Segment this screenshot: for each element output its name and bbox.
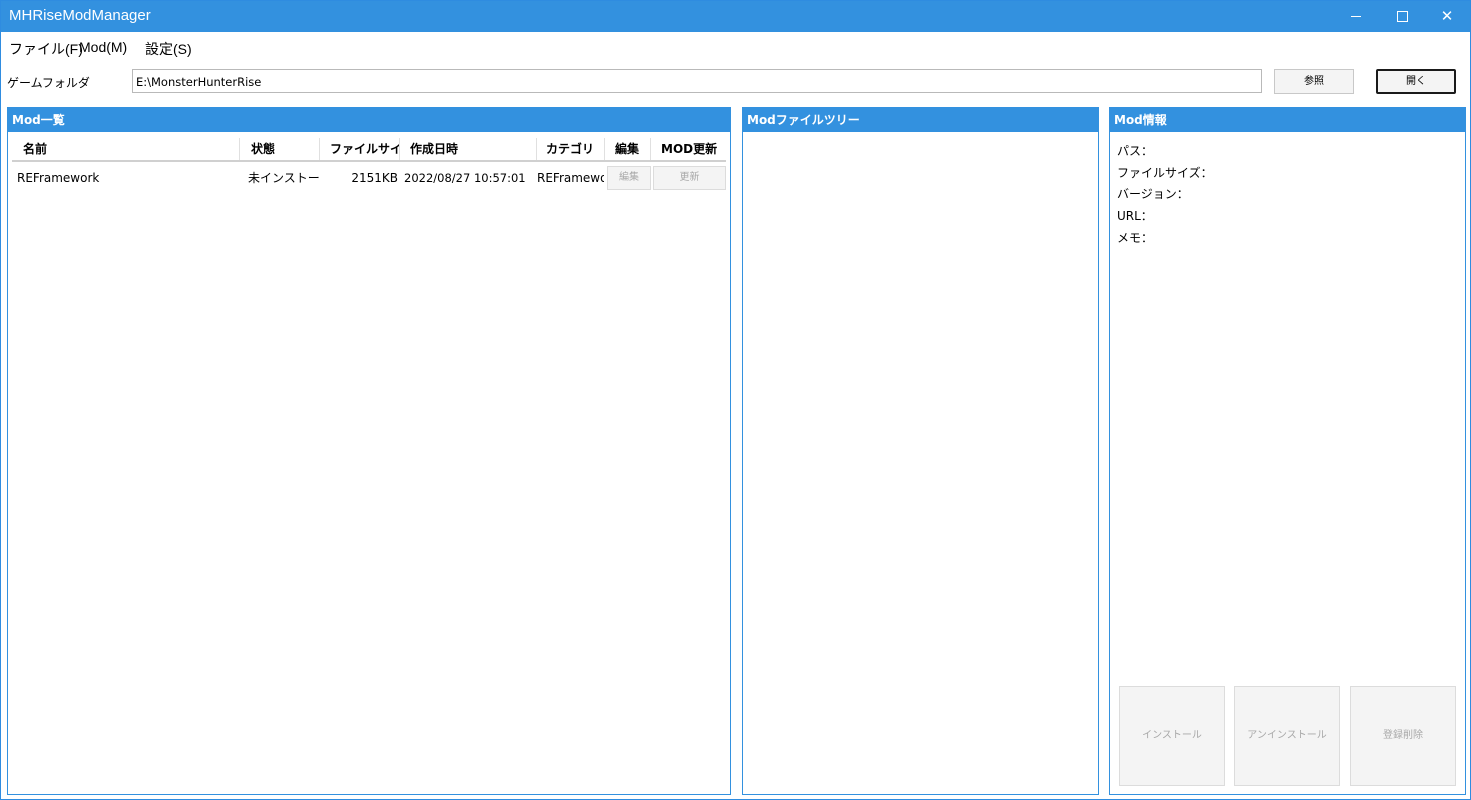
uninstall-button[interactable]: アンインストール bbox=[1234, 686, 1340, 786]
col-created[interactable]: 作成日時 bbox=[400, 138, 537, 160]
col-name[interactable]: 名前 bbox=[12, 138, 240, 160]
minimize-icon bbox=[1351, 16, 1361, 17]
col-mod-update[interactable]: MOD更新 bbox=[651, 138, 726, 160]
table-row[interactable]: REFramework 未インストール 2151KB 2022/08/27 10… bbox=[12, 165, 726, 191]
minimize-button[interactable] bbox=[1333, 1, 1379, 32]
close-icon: ✕ bbox=[1440, 7, 1454, 25]
mod-list-panel: Mod一覧 名前 状態 ファイルサイズ 作成日時 カテゴリ 編集 MOD更新 R… bbox=[7, 107, 731, 795]
mod-info-panel: Mod情報 パス： ファイルサイズ： バージョン： URL： メモ： インストー… bbox=[1109, 107, 1466, 795]
info-version-label: バージョン： bbox=[1117, 187, 1189, 201]
cell-size: 2151KB bbox=[351, 171, 398, 185]
cell-category: REFramework bbox=[537, 171, 604, 185]
close-button[interactable]: ✕ bbox=[1424, 1, 1470, 32]
col-filesize[interactable]: ファイルサイズ bbox=[320, 138, 400, 160]
cell-name: REFramework bbox=[17, 171, 100, 185]
mod-list-header: Mod一覧 bbox=[8, 108, 730, 132]
delete-registration-button[interactable]: 登録削除 bbox=[1350, 686, 1456, 786]
mod-file-tree-header: Modファイルツリー bbox=[743, 108, 1098, 132]
cell-created: 2022/08/27 10:57:01 bbox=[404, 171, 526, 185]
menu-file[interactable]: ファイル(F) bbox=[9, 39, 83, 59]
maximize-button[interactable] bbox=[1379, 1, 1425, 32]
menu-bar: ファイル(F) Mod(M) 設定(S) bbox=[1, 32, 1470, 62]
mod-file-tree-panel: Modファイルツリー bbox=[742, 107, 1099, 795]
mod-grid-header: 名前 状態 ファイルサイズ 作成日時 カテゴリ 編集 MOD更新 bbox=[12, 138, 726, 162]
col-edit[interactable]: 編集 bbox=[605, 138, 651, 160]
menu-mod[interactable]: Mod(M) bbox=[79, 39, 127, 55]
title-bar[interactable]: MHRiseModManager ✕ bbox=[1, 1, 1470, 32]
install-button[interactable]: インストール bbox=[1119, 686, 1225, 786]
update-button[interactable]: 更新 bbox=[653, 166, 726, 190]
col-category[interactable]: カテゴリ bbox=[537, 138, 605, 160]
mod-info-header: Mod情報 bbox=[1110, 108, 1465, 132]
info-memo-label: メモ： bbox=[1117, 231, 1154, 245]
info-url-label: URL： bbox=[1117, 209, 1153, 223]
cell-status: 未インストール bbox=[248, 171, 320, 185]
menu-settings[interactable]: 設定(S) bbox=[145, 39, 192, 59]
info-filesize-label: ファイルサイズ： bbox=[1117, 166, 1213, 180]
game-folder-label: ゲームフォルダ bbox=[7, 76, 90, 90]
browse-button[interactable]: 参照 bbox=[1274, 69, 1354, 94]
game-folder-input[interactable]: E:\MonsterHunterRise bbox=[132, 69, 1262, 93]
info-path-label: パス： bbox=[1117, 144, 1154, 158]
open-button[interactable]: 開く bbox=[1376, 69, 1456, 94]
maximize-icon bbox=[1396, 11, 1408, 22]
app-window: MHRiseModManager ✕ ファイル(F) Mod(M) 設定(S) … bbox=[0, 0, 1471, 800]
window-title: MHRiseModManager bbox=[9, 7, 151, 24]
col-status[interactable]: 状態 bbox=[240, 138, 320, 160]
edit-button[interactable]: 編集 bbox=[607, 166, 651, 190]
